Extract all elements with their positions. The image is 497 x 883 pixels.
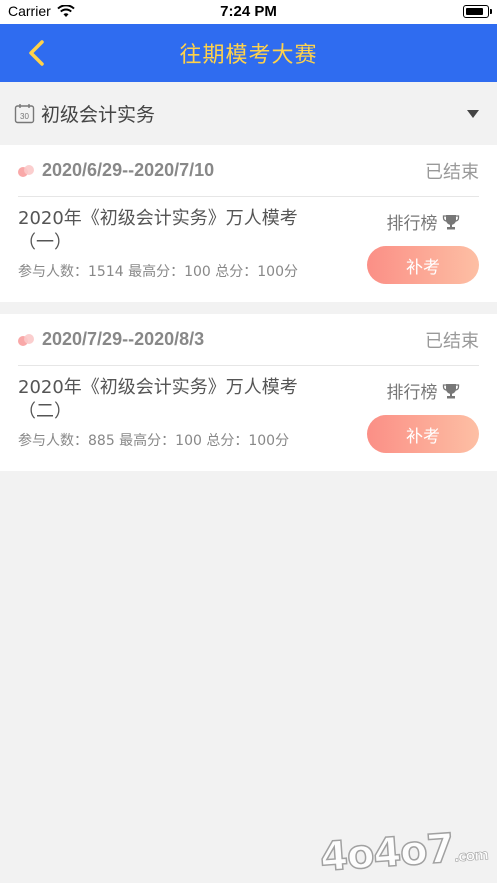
makeup-exam-button[interactable]: 补考 [367, 246, 479, 284]
contest-card: 2020/6/29--2020/7/10 已结束 2020年《初级会计实务》万人… [0, 145, 497, 302]
dot-icon [18, 164, 36, 177]
leaderboard-link[interactable]: 排行榜 [387, 209, 460, 234]
battery-icon [463, 5, 492, 18]
contest-list: 2020/6/29--2020/7/10 已结束 2020年《初级会计实务》万人… [0, 145, 497, 471]
date-wrap: 2020/6/29--2020/7/10 [18, 160, 214, 181]
contest-card-body: 2020年《初级会计实务》万人模考（一） 参与人数：1514 最高分：100 总… [18, 197, 479, 302]
contest-actions: 排行榜 补考 [367, 207, 479, 284]
leaderboard-label: 排行榜 [386, 214, 438, 234]
contest-card-header: 2020/7/29--2020/8/3 已结束 [18, 314, 479, 366]
contest-actions: 排行榜 补考 [367, 376, 479, 453]
makeup-exam-button[interactable]: 补考 [367, 415, 479, 453]
calendar-day: 30 [20, 112, 29, 121]
trophy-icon [442, 383, 459, 398]
leaderboard-label: 排行榜 [386, 383, 438, 403]
exam-stats: 参与人数：885 最高分：100 总分：100分 [18, 433, 290, 449]
calendar-icon: 30 [14, 104, 35, 124]
leaderboard-link[interactable]: 排行榜 [387, 378, 460, 403]
date-range: 2020/7/29--2020/8/3 [42, 329, 205, 349]
status-badge: 已结束 [425, 161, 479, 183]
subject-label: 初级会计实务 [41, 104, 156, 126]
contest-info: 2020年《初级会计实务》万人模考（一） 参与人数：1514 最高分：100 总… [18, 207, 367, 284]
contest-card-body: 2020年《初级会计实务》万人模考（二） 参与人数：885 最高分：100 总分… [18, 366, 479, 471]
watermark-main: 4o4o7 [318, 825, 456, 882]
exam-title[interactable]: 2020年《初级会计实务》万人模考（一） [18, 207, 338, 255]
page-title: 往期模考大赛 [179, 43, 318, 68]
exam-title[interactable]: 2020年《初级会计实务》万人模考（二） [18, 376, 338, 424]
watermark-suffix: .com [453, 847, 488, 866]
nav-bar: 往期模考大赛 [0, 24, 497, 82]
status-time: 7:24 PM [220, 3, 277, 20]
status-bar: Carrier 7:24 PM [0, 0, 497, 24]
contest-card-header: 2020/6/29--2020/7/10 已结束 [18, 145, 479, 197]
status-badge: 已结束 [425, 330, 479, 352]
watermark-logo: 4o4o7.com [318, 823, 489, 882]
contest-info: 2020年《初级会计实务》万人模考（二） 参与人数：885 最高分：100 总分… [18, 376, 367, 453]
caret-down-icon[interactable] [467, 110, 479, 118]
dot-icon [18, 333, 36, 346]
date-wrap: 2020/7/29--2020/8/3 [18, 329, 204, 350]
exam-stats: 参与人数：1514 最高分：100 总分：100分 [18, 264, 298, 280]
date-range: 2020/6/29--2020/7/10 [42, 160, 215, 180]
trophy-icon [442, 214, 459, 229]
contest-card: 2020/7/29--2020/8/3 已结束 2020年《初级会计实务》万人模… [0, 314, 497, 471]
chevron-left-icon[interactable] [22, 38, 52, 68]
subject-filter[interactable]: 30 初级会计实务 [0, 82, 497, 145]
